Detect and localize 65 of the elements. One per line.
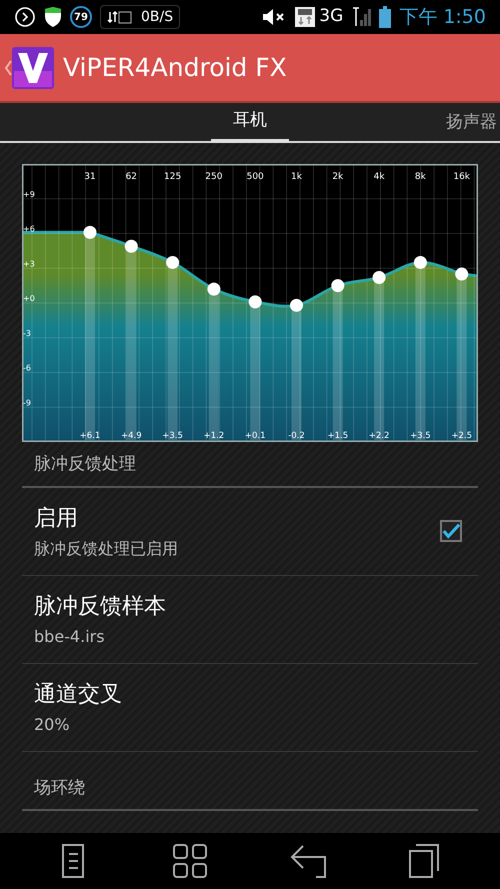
axis-label: +9 — [23, 190, 35, 199]
frequency-label: 31 — [84, 172, 96, 182]
preference-summary: 20% — [34, 714, 71, 736]
band-handle[interactable] — [166, 256, 180, 269]
frequency-label: 250 — [205, 172, 222, 182]
preference-row[interactable]: 脉冲反馈样本 bbe-4.irs — [22, 576, 478, 664]
transfer-icon — [107, 9, 133, 25]
gain-label: +6.1 — [80, 431, 100, 441]
band-handle[interactable] — [331, 279, 344, 292]
frequency-label: 500 — [246, 172, 264, 182]
gain-label: +2.5 — [451, 431, 472, 441]
badge-count: 79 — [70, 6, 92, 28]
gain-label: -0.2 — [288, 431, 305, 441]
band-handle[interactable] — [372, 271, 386, 284]
gain-label: +1.5 — [327, 431, 348, 441]
preference-summary: 脉冲反馈处理已启用 — [34, 538, 179, 560]
signal-icon — [351, 6, 372, 28]
gain-label: +3.5 — [162, 431, 183, 441]
app-logo-icon[interactable] — [12, 46, 54, 88]
axis-label: +3 — [23, 259, 35, 268]
axis-label: +0 — [23, 294, 35, 303]
gain-label: +1.2 — [204, 431, 224, 441]
preference-title: 通道交叉 — [34, 680, 123, 708]
frequency-label: 16k — [453, 172, 470, 182]
band-handle[interactable] — [84, 226, 96, 239]
frequency-label: 125 — [164, 172, 182, 182]
data-icon — [295, 7, 316, 27]
shield-icon — [44, 6, 62, 28]
preference-title: 脉冲反馈样本 — [34, 592, 167, 620]
preference-title: 启用 — [34, 504, 79, 532]
gain-label: +2.2 — [368, 431, 390, 441]
chevron-circle-icon — [14, 6, 36, 28]
section-header: 场环绕 — [33, 778, 85, 798]
tab[interactable]: 耳机 — [211, 103, 289, 143]
frequency-label: 1k — [291, 172, 302, 182]
section-header: 脉冲反馈处理 — [33, 454, 136, 474]
preference-row[interactable]: 通道交叉 20% — [22, 664, 478, 752]
band-handle[interactable] — [290, 298, 303, 312]
frequency-label: 8k — [414, 172, 426, 182]
band-handle[interactable] — [455, 268, 468, 281]
axis-label: -3 — [23, 328, 31, 338]
recent-apps-icon[interactable] — [408, 843, 440, 879]
battery-icon — [379, 6, 392, 28]
gain-label: +0.1 — [244, 431, 266, 441]
frequency-label: 62 — [126, 172, 138, 182]
frequency-label: 4k — [374, 172, 385, 182]
tab[interactable]: 扬声器 — [446, 103, 497, 143]
preference-row[interactable]: 启用 脉冲反馈处理已启用 — [22, 488, 478, 576]
axis-label: -9 — [23, 398, 31, 408]
band-handle[interactable] — [248, 295, 262, 308]
clock: 下午 1:50 — [399, 4, 486, 30]
gain-label: +4.9 — [120, 431, 142, 441]
home-icon[interactable] — [172, 843, 208, 879]
band-handle[interactable] — [414, 256, 427, 269]
gain-label: +3.5 — [410, 431, 431, 441]
preference-summary: bbe-4.irs — [34, 626, 106, 648]
net-speed: 0B/S — [141, 8, 174, 26]
band-handle[interactable] — [124, 240, 138, 253]
band-handle[interactable] — [207, 282, 220, 296]
back-icon[interactable] — [288, 843, 326, 879]
network-type: 3G — [319, 5, 344, 28]
frequency-label: 2k — [332, 172, 344, 182]
axis-label: -6 — [23, 364, 31, 372]
checkbox[interactable] — [440, 520, 462, 542]
app-title: ViPER4Android FX — [63, 52, 287, 84]
